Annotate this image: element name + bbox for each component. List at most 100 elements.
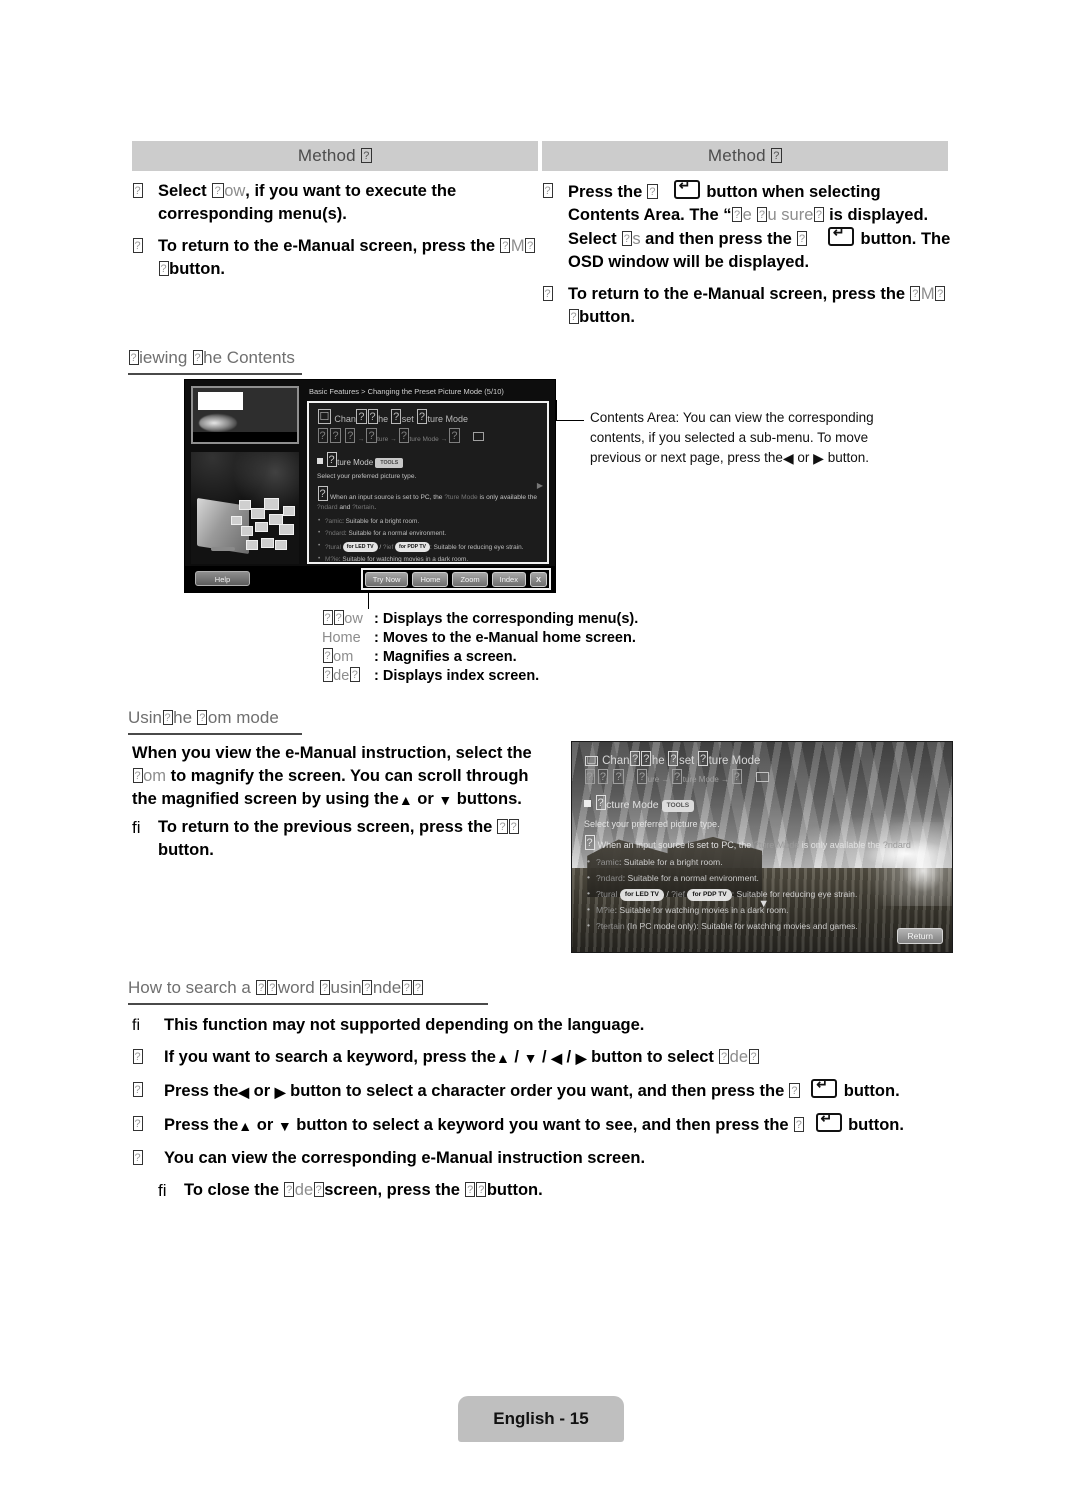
list-item: ?tertain (In PC mode only): Suitable for… [584, 919, 940, 933]
legend-row: Home : Moves to the e-Manual home screen… [322, 629, 638, 647]
bullet-marker-icon: ? [132, 183, 143, 198]
list-item: ? Press the ? button when selecting Cont… [542, 178, 954, 274]
list-item: ? To return to the e-Manual screen, pres… [542, 283, 954, 329]
up-arrow-icon: ▲ [238, 1118, 253, 1134]
zoomed-emanual-screenshot-image: ☐ Chan?? he ? set ? ture Mode ? ? ? → ? ure … [571, 741, 953, 953]
try-now-button[interactable]: Try Now [364, 571, 409, 587]
list-item-text: To return to the e-Manual screen, press … [568, 285, 946, 326]
list-item: ? You can view the corresponding e-Manua… [132, 1147, 962, 1170]
down-arrow-icon: ▼ [523, 1050, 538, 1066]
hero-illustration [191, 452, 299, 564]
legend-key: Home [322, 630, 361, 646]
left-arrow-icon: ◀ [782, 450, 794, 466]
tv-stand [211, 547, 235, 551]
down-arrow-icon: ▼ [277, 1118, 292, 1134]
list-item: M?ie: Suitable for watching movies in a … [317, 554, 539, 565]
missing-glyph: ? [771, 148, 782, 163]
section-heading-search-keyword: How to search a ?? word ? usin? nde?? [128, 978, 488, 1005]
zoomed-description: Select your preferred picture type. [584, 819, 720, 829]
floating-card [261, 538, 274, 548]
callout-leader-vertical [556, 400, 557, 421]
enter-key-icon [811, 1077, 838, 1098]
bullet-marker-icon: ? [132, 1116, 143, 1131]
method-1-header: Method ? [132, 141, 538, 171]
for-pdp-tv-badge: for PDP TV [687, 889, 732, 901]
method-2-header-label: Method ? [707, 146, 782, 165]
page-number-label: English - 15 [493, 1409, 589, 1428]
contents-note: ? When an input source is set to PC, the… [317, 485, 538, 511]
zoom-mode-paragraph: When you view the e-Manual instruction, … [132, 742, 544, 812]
callout-leader-horizontal [556, 420, 584, 421]
right-arrow-icon: ▶ [274, 1084, 286, 1100]
missing-glyph: ? [361, 148, 372, 163]
list-item-text: You can view the corresponding e-Manual … [164, 1149, 646, 1167]
method-1-body: ? Select ? ow, if you want to execute the… [132, 180, 542, 290]
floating-card [264, 498, 279, 510]
legend-key: ? om [322, 648, 354, 665]
floating-card [231, 516, 242, 525]
list-item: ? If you want to search a keyword, press… [132, 1046, 962, 1070]
return-button[interactable]: Return [897, 928, 943, 944]
help-button[interactable]: Help [195, 571, 250, 586]
emanual-screenshot-image: Basic Features > Changing the Preset Pic… [184, 379, 556, 593]
legend-value: : Displays index screen. [374, 668, 540, 684]
up-arrow-icon: ▲ [398, 792, 413, 808]
legend-key: ? de? [322, 667, 360, 684]
method-2-header: Method ? [542, 141, 948, 171]
list-item: ?amic: Suitable for a bright room. [317, 516, 539, 527]
tools-badge: TOOLS [661, 800, 695, 812]
floating-card [283, 506, 295, 516]
enter-key-icon [827, 225, 854, 246]
emanual-left-pane [191, 386, 301, 564]
zoomed-contents-title: ☐ Chan?? he ? set ? ture Mode [584, 751, 761, 767]
list-item-text: To close the ? de? screen, press the ?? but… [184, 1181, 543, 1199]
contents-description: Select your preferred picture type. [317, 473, 417, 480]
note-text: To return to the previous screen, press … [158, 818, 519, 859]
legend-value: : Displays the corresponding menu(s). [374, 611, 639, 627]
list-item: ?amic: Suitable for a bright room. [584, 855, 940, 869]
breadcrumb: Basic Features > Changing the Preset Pic… [309, 387, 504, 396]
list-item-text: Press the▲ or ▼ button to select a keywo… [164, 1111, 962, 1138]
zoom-button[interactable]: Zoom [452, 571, 488, 587]
page-footer: English - 15 [458, 1396, 624, 1442]
list-item: ?ndard: Suitable for a normal environmen… [317, 528, 539, 539]
legend-key: ?? ow [322, 610, 363, 627]
list-item: fi This function may not supported depen… [132, 1014, 962, 1037]
method-1-header-label: Method ? [297, 146, 372, 165]
list-item-text: Press the◀ or ▶ button to select a chara… [164, 1077, 962, 1104]
for-led-tv-badge: for LED TV [619, 889, 664, 901]
list-item: ? Select ? ow, if you want to execute the… [132, 180, 542, 226]
close-button[interactable]: X [529, 571, 547, 587]
emanual-right-pane: Basic Features > Changing the Preset Pic… [307, 384, 551, 577]
list-item: ?tural for LED TV / ?ief for PDP TV: Sui… [317, 541, 539, 553]
bullet-marker-icon: ? [542, 286, 553, 301]
zoomed-subheading: ? cture Mode TOOLS [584, 795, 940, 813]
floating-card [246, 540, 258, 550]
list-item: fi To close the ? de? screen, press the ??… [132, 1179, 962, 1202]
index-button[interactable]: Index [491, 571, 526, 587]
floating-card [241, 526, 253, 536]
floating-card [239, 500, 251, 510]
list-item: ? Press the◀ or ▶ button to select a cha… [132, 1077, 962, 1104]
bullet-marker-icon: ? [132, 1049, 143, 1064]
enter-key-icon [815, 1111, 842, 1132]
page-canvas: Method ? ? Select ? ow, if you want to ex… [0, 0, 1080, 1494]
bullet-marker-icon: ? [542, 183, 553, 198]
floating-card [251, 508, 265, 519]
thumbnail-image-blob [199, 414, 237, 432]
search-keyword-list: fi This function may not supported depen… [132, 1014, 962, 1211]
floating-card [255, 522, 268, 532]
next-page-arrow-icon[interactable]: ▶ [537, 481, 543, 490]
up-arrow-icon: ▲ [495, 1050, 510, 1066]
list-item: ? Press the▲ or ▼ button to select a key… [132, 1111, 962, 1138]
contents-menu-path: ? ? ? → ? ture → ? ture Mode → ? [317, 428, 539, 445]
right-arrow-icon: ▶ [575, 1050, 587, 1066]
home-button[interactable]: Home [412, 571, 449, 587]
scroll-down-arrow-icon[interactable]: ▼ [758, 898, 769, 910]
left-arrow-icon: ◀ [551, 1050, 562, 1066]
note-item: fi To return to the previous screen, pre… [132, 816, 544, 862]
zoomed-menu-path: ? ? ? → ? ure → ? ture Mode → ? [584, 769, 940, 787]
floating-card [279, 524, 294, 535]
thumbnail-white-block [198, 392, 243, 410]
method-2-body: ? Press the ? button when selecting Cont… [542, 178, 954, 338]
